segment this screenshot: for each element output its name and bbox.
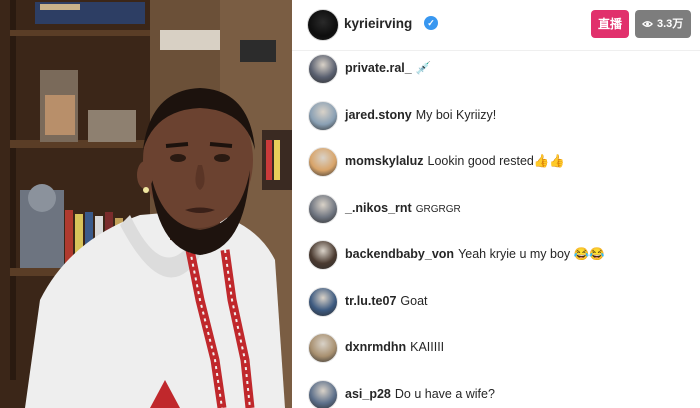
host-username[interactable]: kyrieirving — [344, 16, 412, 31]
comment-body: My boi Kyriizy! — [415, 107, 497, 122]
commenter-avatar[interactable] — [308, 100, 338, 131]
live-comments-panel: kyrieirving ✓ 直播 3.3万 private.ral_ 💉jared… — [292, 0, 700, 408]
commenter-username[interactable]: private.ral_ — [345, 61, 412, 75]
eye-icon — [642, 21, 653, 27]
comment-body: Yeah kryie u my boy 😂😂 — [458, 247, 605, 261]
commenter-avatar[interactable] — [308, 379, 338, 408]
commenter-username[interactable]: _.nikos_rnt — [345, 201, 412, 215]
comment-item: jared.stony My boi Kyriizy! — [292, 97, 700, 144]
comment-item: dxnrmdhn KAIIIII — [292, 329, 700, 376]
comment-text: tr.lu.te07 Goat — [345, 294, 428, 308]
comment-text: private.ral_ 💉 — [345, 61, 431, 76]
commenter-avatar[interactable] — [308, 286, 338, 317]
comment-text: _.nikos_rnt GRGRGR — [345, 201, 461, 215]
commenter-username[interactable]: tr.lu.te07 — [345, 294, 396, 308]
host-avatar[interactable] — [307, 9, 339, 41]
video-frame — [0, 0, 292, 408]
commenter-username[interactable]: dxnrmdhn — [345, 340, 406, 354]
comment-item: backendbaby_von Yeah kryie u my boy 😂😂 — [292, 236, 700, 283]
commenter-avatar[interactable] — [308, 147, 338, 177]
viewer-count: 3.3万 — [657, 18, 684, 30]
live-badge: 直播 — [591, 10, 629, 38]
comment-text: asi_p28 Do u have a wife? — [345, 387, 495, 401]
commenter-avatar[interactable] — [308, 193, 338, 224]
verified-badge-icon: ✓ — [424, 16, 438, 30]
comment-item: tr.lu.te07 Goat — [292, 283, 700, 330]
comment-text: momskylaluz Lookin good rested👍👍 — [345, 154, 565, 169]
comment-item: _.nikos_rnt GRGRGR — [292, 190, 700, 237]
live-header: kyrieirving ✓ 直播 3.3万 — [292, 0, 700, 51]
commenter-username[interactable]: jared.stony — [345, 108, 412, 122]
live-video[interactable] — [0, 0, 292, 408]
comment-body: Do u have a wife? — [394, 386, 495, 401]
comment-body: Goat — [400, 293, 428, 308]
commenter-username[interactable]: asi_p28 — [345, 387, 391, 401]
comment-list: private.ral_ 💉 jared.stony My boi Kyriizy! m… — [292, 50, 700, 408]
comment-text: backendbaby_von Yeah kryie u my boy 😂😂 — [345, 247, 605, 262]
commenter-avatar[interactable] — [308, 333, 338, 363]
comment-body: GRGRGR — [415, 203, 461, 215]
comment-text: dxnrmdhn KAIIIII — [345, 340, 444, 354]
comment-item: private.ral_ 💉 — [292, 50, 700, 97]
comment-body: KAIIIII — [410, 340, 445, 354]
commenter-avatar[interactable] — [308, 240, 338, 270]
commenter-avatar[interactable] — [308, 54, 338, 84]
comment-item: asi_p28 Do u have a wife? — [292, 376, 700, 408]
viewer-count-badge[interactable]: 3.3万 — [635, 10, 691, 38]
commenter-username[interactable]: momskylaluz — [345, 154, 424, 168]
comment-body: 💉 — [415, 61, 432, 75]
comment-item: momskylaluz Lookin good rested👍👍 — [292, 143, 700, 190]
comment-text: jared.stony My boi Kyriizy! — [345, 108, 496, 122]
commenter-username[interactable]: backendbaby_von — [345, 247, 454, 261]
comment-body: Lookin good rested👍👍 — [427, 154, 565, 168]
